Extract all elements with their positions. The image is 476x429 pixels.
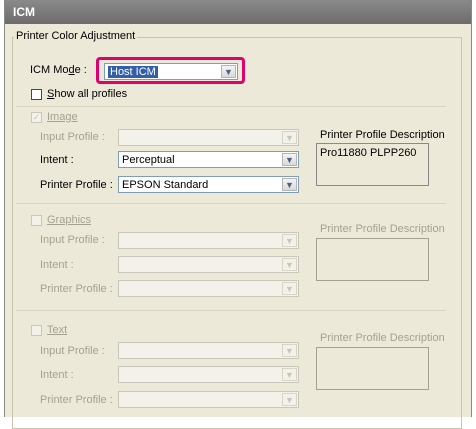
graphics-input-profile-label: Input Profile : xyxy=(40,234,105,246)
image-input-profile-label: Input Profile : xyxy=(40,131,105,143)
chevron-down-icon[interactable]: ▼ xyxy=(282,178,297,191)
divider xyxy=(16,310,446,311)
graphics-intent-label: Intent : xyxy=(40,259,74,271)
chevron-down-icon[interactable]: ▼ xyxy=(282,282,297,295)
image-checkbox[interactable]: ✓ Image xyxy=(31,111,78,123)
chevron-down-icon[interactable]: ▼ xyxy=(282,131,297,144)
chevron-down-icon[interactable]: ▼ xyxy=(282,344,297,357)
text-intent-select[interactable]: ▼ xyxy=(118,366,299,383)
text-desc-box xyxy=(316,347,429,390)
text-input-profile-label: Input Profile : xyxy=(40,345,105,357)
image-desc-title: Printer Profile Description xyxy=(320,129,445,141)
text-checkbox[interactable]: Text xyxy=(31,324,67,336)
divider xyxy=(16,106,446,107)
show-all-profiles-checkbox[interactable]: Show all profiles xyxy=(31,88,127,100)
image-intent-select[interactable]: Perceptual ▼ xyxy=(118,151,299,168)
graphics-printer-profile-select[interactable]: ▼ xyxy=(118,280,299,297)
image-intent-label: Intent : xyxy=(40,154,74,166)
graphics-printer-profile-label: Printer Profile : xyxy=(40,283,113,295)
text-intent-label: Intent : xyxy=(40,369,74,381)
graphics-checkbox[interactable]: Graphics xyxy=(31,214,91,226)
chevron-down-icon[interactable]: ▼ xyxy=(282,258,297,271)
graphics-input-profile-select[interactable]: ▼ xyxy=(118,232,299,249)
icm-mode-label: ICM Mo d e : xyxy=(30,64,87,76)
highlight-frame xyxy=(96,57,245,84)
text-printer-profile-label: Printer Profile : xyxy=(40,394,113,406)
window-title: ICM xyxy=(5,0,471,24)
text-check-box[interactable] xyxy=(31,324,42,336)
chevron-down-icon[interactable]: ▼ xyxy=(282,368,297,381)
image-desc-box: Pro11880 PLPP260 xyxy=(316,143,429,186)
graphics-desc-box xyxy=(316,238,429,281)
group-label: Printer Color Adjustment xyxy=(14,30,138,42)
graphics-desc-title: Printer Profile Description xyxy=(320,223,445,235)
graphics-intent-select[interactable]: ▼ xyxy=(118,256,299,273)
graphics-check-box[interactable] xyxy=(31,214,42,226)
image-printer-profile-label: Printer Profile : xyxy=(40,179,113,191)
text-printer-profile-select[interactable]: ▼ xyxy=(118,391,299,408)
image-printer-profile-value: EPSON Standard xyxy=(122,179,209,191)
text-input-profile-select[interactable]: ▼ xyxy=(118,342,299,359)
chevron-down-icon[interactable]: ▼ xyxy=(282,393,297,406)
image-desc-text: Pro11880 PLPP260 xyxy=(320,147,417,159)
show-all-profiles-box[interactable] xyxy=(31,88,42,100)
chevron-down-icon[interactable]: ▼ xyxy=(282,153,297,166)
image-intent-value: Perceptual xyxy=(122,154,175,166)
divider xyxy=(16,203,446,204)
checkmark-icon[interactable]: ✓ xyxy=(31,111,42,123)
image-input-profile-select[interactable]: ▼ xyxy=(118,129,299,146)
image-printer-profile-select[interactable]: EPSON Standard ▼ xyxy=(118,176,299,193)
chevron-down-icon[interactable]: ▼ xyxy=(282,234,297,247)
text-desc-title: Printer Profile Description xyxy=(320,332,445,344)
